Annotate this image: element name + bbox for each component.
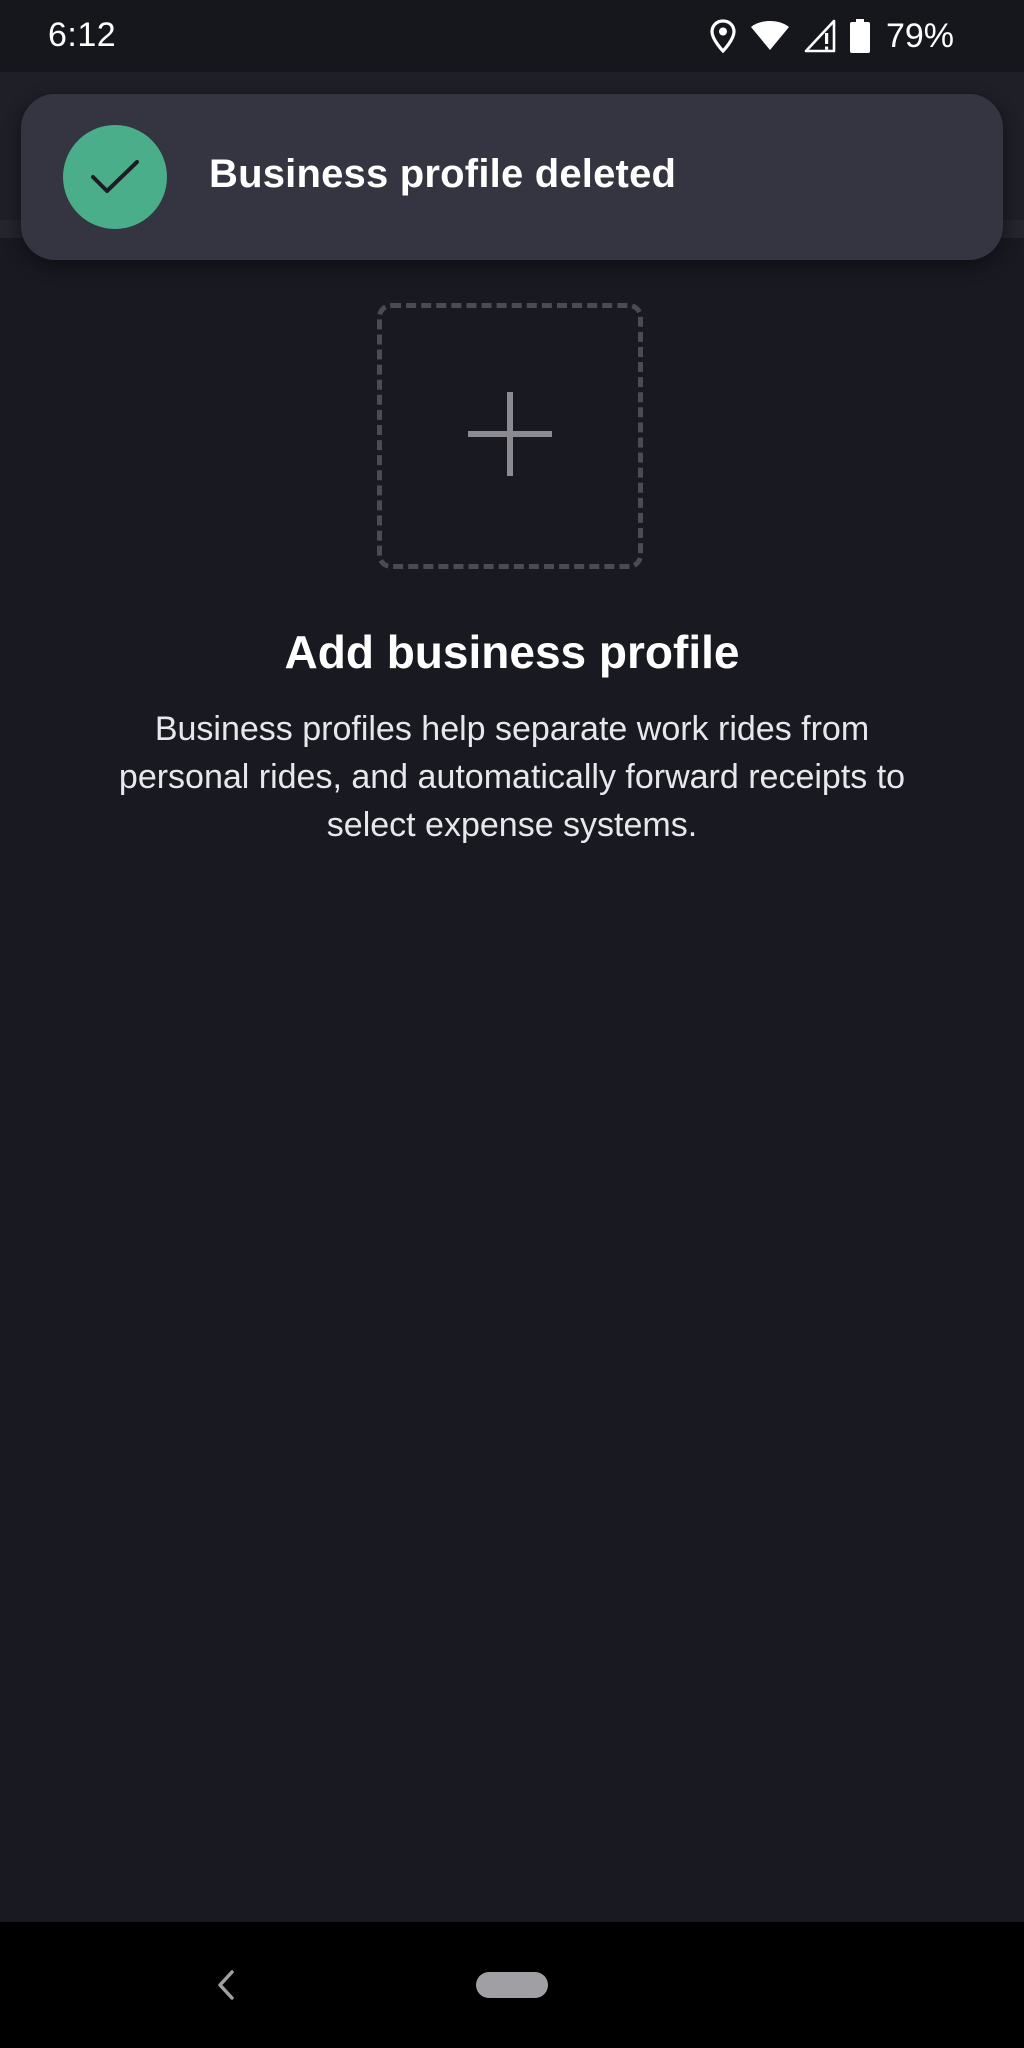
check-icon xyxy=(63,125,167,229)
status-bar: 6:12 79% xyxy=(0,0,1024,72)
home-pill-icon[interactable] xyxy=(476,1972,548,1998)
wifi-icon xyxy=(750,20,790,52)
empty-state-description: Business profiles help separate work rid… xyxy=(118,710,906,844)
navigation-bar xyxy=(0,1922,1024,2048)
add-business-profile-button[interactable] xyxy=(377,303,643,569)
plus-icon xyxy=(466,390,554,483)
battery-icon xyxy=(849,19,870,53)
empty-state-title: Add business profile xyxy=(284,626,740,678)
signal-icon xyxy=(804,19,836,53)
status-icons: 79% xyxy=(710,14,954,58)
toast-message: Business profile deleted xyxy=(209,152,677,196)
status-time: 6:12 xyxy=(48,16,117,54)
battery-percent: 79% xyxy=(885,16,954,55)
location-icon xyxy=(710,19,736,53)
snackbar-toast: Business profile deleted xyxy=(21,94,1003,260)
back-chevron-icon[interactable] xyxy=(212,1966,240,2004)
